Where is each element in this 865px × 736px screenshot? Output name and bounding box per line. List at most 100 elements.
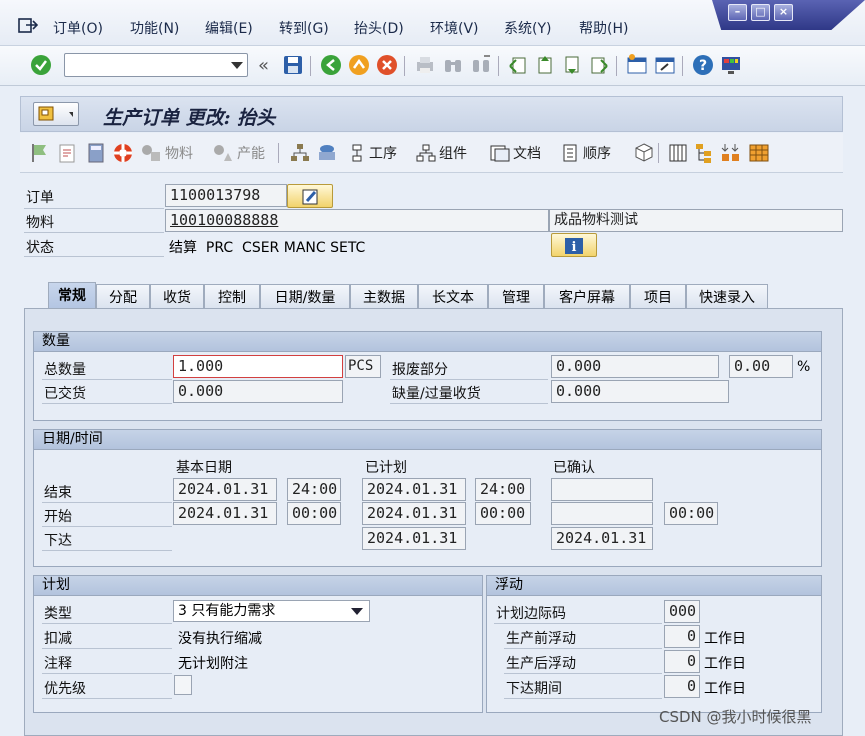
menu-header[interactable]: 抬头(D) (354, 18, 404, 38)
grid-color-icon[interactable] (748, 142, 770, 164)
total-quantity-input[interactable]: 1.000 (173, 355, 343, 378)
divider (616, 56, 617, 76)
cancel-icon[interactable] (376, 54, 398, 76)
tab-master-data[interactable]: 主数据 (350, 284, 418, 308)
find-next-icon[interactable] (470, 54, 492, 76)
tab-administration[interactable]: 管理 (488, 284, 544, 308)
material-button[interactable]: 物料 (140, 142, 193, 164)
end-confirmed-date-field (551, 478, 653, 501)
tree-structure-icon[interactable] (694, 142, 714, 164)
chevron-down-icon[interactable] (231, 62, 243, 69)
calculator-icon[interactable] (86, 142, 106, 164)
components-button[interactable]: 组件 (416, 142, 467, 164)
tab-control[interactable]: 控制 (204, 284, 260, 308)
sequences-icon (563, 144, 577, 162)
menu-environment[interactable]: 环境(V) (430, 18, 479, 38)
release-scheduled-date-field: 2024.01.31 (362, 527, 466, 550)
customize-layout-icon[interactable] (720, 54, 742, 76)
save-icon[interactable] (282, 54, 304, 76)
components-icon (416, 144, 436, 162)
flag-icon[interactable] (30, 142, 50, 164)
previous-page-icon[interactable] (534, 54, 556, 76)
start-scheduled-time-field: 00:00 (475, 502, 531, 525)
material-header-label: 物料 (26, 215, 54, 231)
tab-assignment[interactable]: 分配 (96, 284, 150, 308)
tab-long-text[interactable]: 长文本 (418, 284, 488, 308)
release-label: 下达 (44, 533, 72, 549)
exit-menu-icon[interactable] (18, 16, 38, 34)
operations-button[interactable]: 工序 (348, 142, 397, 164)
material-field[interactable]: 100100088888 (165, 209, 549, 232)
divider (498, 56, 499, 76)
collapse-icon[interactable]: « (258, 55, 269, 76)
label-underline (42, 526, 172, 527)
display-change-toggle-button[interactable] (33, 102, 79, 126)
tab-quick-entry[interactable]: 快速录入 (686, 284, 768, 308)
edit-order-button[interactable] (287, 184, 333, 208)
menu-function[interactable]: 功能(N) (130, 18, 179, 38)
command-field[interactable] (64, 53, 248, 77)
menu-bar: 订单(O) 功能(N) 编辑(E) 转到(G) 抬头(D) 环境(V) 系统(Y… (0, 0, 865, 46)
label-underline (24, 208, 164, 209)
menu-order[interactable]: 订单(O) (53, 18, 103, 38)
maximize-icon[interactable]: □ (751, 4, 770, 21)
capacity-button[interactable]: 产能 (212, 142, 265, 164)
new-session-icon[interactable] (626, 54, 648, 76)
menu-goto[interactable]: 转到(G) (279, 18, 329, 38)
label-underline (24, 256, 164, 257)
back-icon[interactable] (320, 54, 342, 76)
shortcut-icon[interactable] (654, 54, 676, 76)
help-icon[interactable]: ? (692, 54, 714, 76)
material-description-field: 成品物料测试 (549, 209, 843, 232)
label-underline (390, 379, 548, 380)
delivered-field: 0.000 (173, 380, 343, 403)
production-resources-icon[interactable] (316, 142, 338, 164)
tab-customer-screen[interactable]: 客户屏幕 (544, 284, 630, 308)
tab-dates-quantities[interactable]: 日期/数量 (260, 284, 350, 308)
expand-collapse-icon[interactable] (720, 142, 742, 164)
find-icon[interactable] (442, 54, 464, 76)
table-columns-icon[interactable] (668, 142, 688, 164)
hierarchy-icon[interactable] (290, 142, 310, 164)
lifesaver-icon[interactable] (112, 142, 134, 164)
label-underline (42, 698, 172, 699)
sequences-button[interactable]: 顺序 (560, 142, 611, 164)
tab-goods-receipt[interactable]: 收货 (150, 284, 204, 308)
status-info-button[interactable]: i (551, 233, 597, 257)
last-page-icon[interactable] (588, 54, 610, 76)
planning-type-select[interactable]: 3 只有能力需求 (173, 600, 370, 622)
scrap-label: 报废部分 (392, 362, 448, 378)
pre-production-float-field: 0 (664, 625, 700, 648)
menu-edit[interactable]: 编辑(E) (205, 18, 253, 38)
reduction-label: 扣减 (44, 631, 72, 647)
pencil-icon (302, 189, 318, 205)
planning-group-title: 计划 (34, 576, 482, 596)
first-page-icon[interactable] (507, 54, 529, 76)
workday-unit: 工作日 (704, 631, 746, 647)
enter-check-icon[interactable] (30, 54, 52, 76)
tab-project[interactable]: 项目 (630, 284, 686, 308)
menu-system[interactable]: 系统(Y) (504, 18, 551, 38)
package-icon[interactable] (634, 142, 654, 164)
close-icon[interactable]: × (774, 4, 793, 21)
document-edit-icon[interactable] (58, 142, 78, 164)
margin-key-label: 计划边际码 (496, 606, 566, 622)
exit-icon[interactable] (348, 54, 370, 76)
short-over-field: 0.000 (551, 380, 729, 403)
print-icon[interactable] (414, 54, 436, 76)
label-underline (504, 698, 662, 699)
chevron-down-icon (351, 608, 363, 615)
label-underline (390, 403, 548, 404)
priority-field[interactable] (174, 675, 192, 695)
display-change-icon (38, 106, 54, 121)
tab-general[interactable]: 常规 (48, 282, 96, 309)
menu-help[interactable]: 帮助(H) (579, 18, 628, 38)
percent-sign: % (797, 359, 811, 375)
workday-unit: 工作日 (704, 681, 746, 697)
end-basic-time-field: 24:00 (287, 478, 341, 501)
next-page-icon[interactable] (561, 54, 583, 76)
label-underline (42, 623, 172, 624)
end-label: 结束 (44, 485, 72, 501)
minimize-icon[interactable]: – (728, 4, 747, 21)
documents-button[interactable]: 文档 (490, 142, 541, 164)
